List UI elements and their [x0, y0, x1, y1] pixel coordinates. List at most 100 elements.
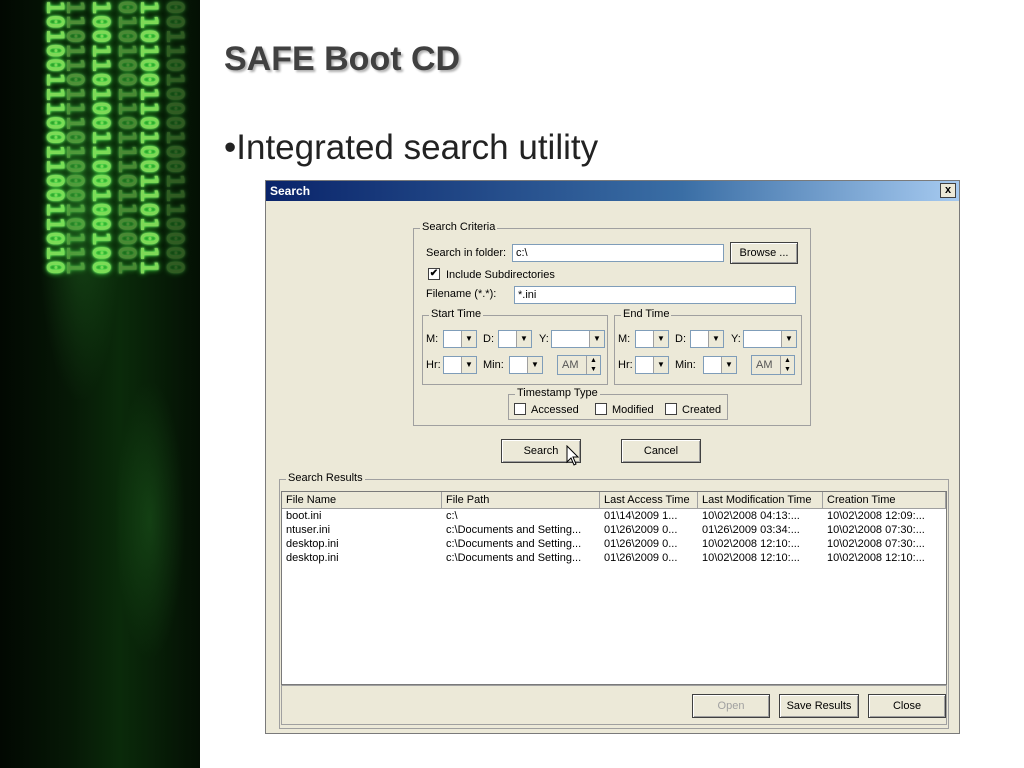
modified-checkbox[interactable] — [595, 403, 607, 415]
end-day-label: D: — [675, 333, 686, 345]
start-hour-label: Hr: — [426, 359, 441, 371]
end-month-select[interactable]: ▼ — [635, 330, 669, 348]
start-ampm-spinner[interactable]: AM ▲ ▼ — [557, 355, 601, 375]
search-criteria-group: Search Criteria Search in folder: c:\ Br… — [413, 221, 811, 426]
cell-file-name: desktop.ini — [286, 538, 339, 550]
results-header-row: File Name File Path Last Access Time Las… — [282, 492, 946, 509]
mouse-cursor-icon — [566, 445, 580, 466]
cell-file-name: boot.ini — [286, 510, 322, 522]
start-ampm-value: AM — [562, 359, 579, 371]
end-minute-label: Min: — [675, 359, 696, 371]
include-subdirectories-checkbox[interactable]: ✔ — [428, 268, 440, 280]
cell-last-access: 01\14\2009 1... — [604, 510, 678, 522]
table-row[interactable]: ntuser.ini c:\Documents and Setting... 0… — [282, 523, 946, 537]
search-button-label: Search — [523, 445, 559, 457]
timestamp-type-group: Timestamp Type Accessed Modified Created — [508, 387, 728, 420]
save-results-button[interactable]: Save Results — [779, 694, 859, 718]
modified-label: Modified — [612, 404, 654, 416]
results-button-bar: Open Save Results Close — [281, 685, 947, 725]
accessed-checkbox[interactable] — [514, 403, 526, 415]
cell-last-modification: 10\02\2008 04:13:... — [702, 510, 800, 522]
folder-label: Search in folder: — [426, 247, 507, 259]
table-row[interactable]: desktop.ini c:\Documents and Setting... … — [282, 551, 946, 565]
cell-creation-time: 10\02\2008 12:10:... — [827, 552, 925, 564]
accessed-label: Accessed — [531, 404, 579, 416]
dialog-titlebar[interactable]: Search x — [266, 181, 959, 201]
end-ampm-spinner[interactable]: AM ▲ ▼ — [751, 355, 795, 375]
cell-creation-time: 10\02\2008 07:30:... — [827, 524, 925, 536]
dialog-title: Search — [270, 184, 311, 198]
table-row[interactable]: desktop.ini c:\Documents and Setting... … — [282, 537, 946, 551]
cell-file-path: c:\ — [446, 510, 458, 522]
chevron-down-icon: ▼ — [708, 331, 723, 347]
column-header-file-path[interactable]: File Path — [442, 492, 600, 508]
open-button[interactable]: Open — [692, 694, 770, 718]
end-day-select[interactable]: ▼ — [690, 330, 724, 348]
cell-file-path: c:\Documents and Setting... — [446, 538, 582, 550]
created-label: Created — [682, 404, 722, 416]
end-month-label: M: — [618, 333, 631, 345]
chevron-down-icon: ▼ — [721, 357, 736, 373]
close-button[interactable]: Close — [868, 694, 946, 718]
start-time-group: Start Time M: ▼ D: ▼ Y: ▼ Hr: ▼ Min: ▼ A… — [422, 308, 608, 385]
cell-file-path: c:\Documents and Setting... — [446, 552, 582, 564]
start-month-select[interactable]: ▼ — [443, 330, 477, 348]
start-hour-select[interactable]: ▼ — [443, 356, 477, 374]
spinner-arrows-icon[interactable]: ▲ ▼ — [780, 356, 794, 374]
search-results-table[interactable]: File Name File Path Last Access Time Las… — [281, 491, 947, 685]
end-hour-label: Hr: — [618, 359, 633, 371]
chevron-down-icon: ▼ — [653, 331, 668, 347]
start-minute-label: Min: — [483, 359, 504, 371]
end-time-legend: End Time — [621, 308, 672, 320]
end-year-select[interactable]: ▼ — [743, 330, 797, 348]
filename-label: Filename (*.*): — [426, 288, 497, 300]
cell-creation-time: 10\02\2008 12:09:... — [827, 510, 925, 522]
end-minute-select[interactable]: ▼ — [703, 356, 737, 374]
chevron-down-icon: ▼ — [461, 357, 476, 373]
slide-title: SAFE Boot CD — [224, 40, 461, 78]
cell-last-access: 01\26\2009 0... — [604, 524, 678, 536]
cell-last-modification: 01\26\2009 03:34:... — [702, 524, 800, 536]
start-month-label: M: — [426, 333, 439, 345]
cell-last-access: 01\26\2009 0... — [604, 552, 678, 564]
spinner-arrows-icon[interactable]: ▲ ▼ — [586, 356, 600, 374]
cell-file-name: ntuser.ini — [286, 524, 331, 536]
start-time-legend: Start Time — [429, 308, 484, 320]
start-day-select[interactable]: ▼ — [498, 330, 532, 348]
browse-button[interactable]: Browse ... — [730, 242, 798, 264]
column-header-file-name[interactable]: File Name — [282, 492, 442, 508]
filename-input[interactable]: *.ini — [514, 286, 796, 304]
start-minute-select[interactable]: ▼ — [509, 356, 543, 374]
start-year-select[interactable]: ▼ — [551, 330, 605, 348]
cell-last-modification: 10\02\2008 12:10:... — [702, 538, 800, 550]
end-hour-select[interactable]: ▼ — [635, 356, 669, 374]
matrix-glow — [0, 0, 200, 768]
search-results-legend: Search Results — [286, 472, 365, 484]
chevron-down-icon: ▼ — [516, 331, 531, 347]
close-icon[interactable]: x — [940, 183, 956, 198]
timestamp-type-legend: Timestamp Type — [515, 387, 600, 399]
end-time-group: End Time M: ▼ D: ▼ Y: ▼ Hr: ▼ Min: ▼ AM … — [614, 308, 802, 385]
end-ampm-value: AM — [756, 359, 773, 371]
table-row[interactable]: boot.ini c:\ 01\14\2009 1... 10\02\2008 … — [282, 509, 946, 523]
cell-file-name: desktop.ini — [286, 552, 339, 564]
start-year-label: Y: — [539, 333, 549, 345]
chevron-down-icon: ▼ — [781, 331, 796, 347]
cancel-button[interactable]: Cancel — [621, 439, 701, 463]
column-header-last-access[interactable]: Last Access Time — [600, 492, 698, 508]
include-subdirectories-label: Include Subdirectories — [446, 269, 555, 281]
chevron-down-icon: ▼ — [461, 331, 476, 347]
cell-file-path: c:\Documents and Setting... — [446, 524, 582, 536]
column-header-last-modification[interactable]: Last Modification Time — [698, 492, 823, 508]
end-year-label: Y: — [731, 333, 741, 345]
search-criteria-legend: Search Criteria — [420, 221, 498, 233]
slide-bullet: •Integrated search utility — [224, 128, 599, 167]
folder-input[interactable]: c:\ — [512, 244, 724, 262]
cell-last-access: 01\26\2009 0... — [604, 538, 678, 550]
column-header-creation-time[interactable]: Creation Time — [823, 492, 946, 508]
start-day-label: D: — [483, 333, 494, 345]
created-checkbox[interactable] — [665, 403, 677, 415]
chevron-down-icon: ▼ — [589, 331, 604, 347]
cell-creation-time: 10\02\2008 07:30:... — [827, 538, 925, 550]
chevron-down-icon: ▼ — [653, 357, 668, 373]
